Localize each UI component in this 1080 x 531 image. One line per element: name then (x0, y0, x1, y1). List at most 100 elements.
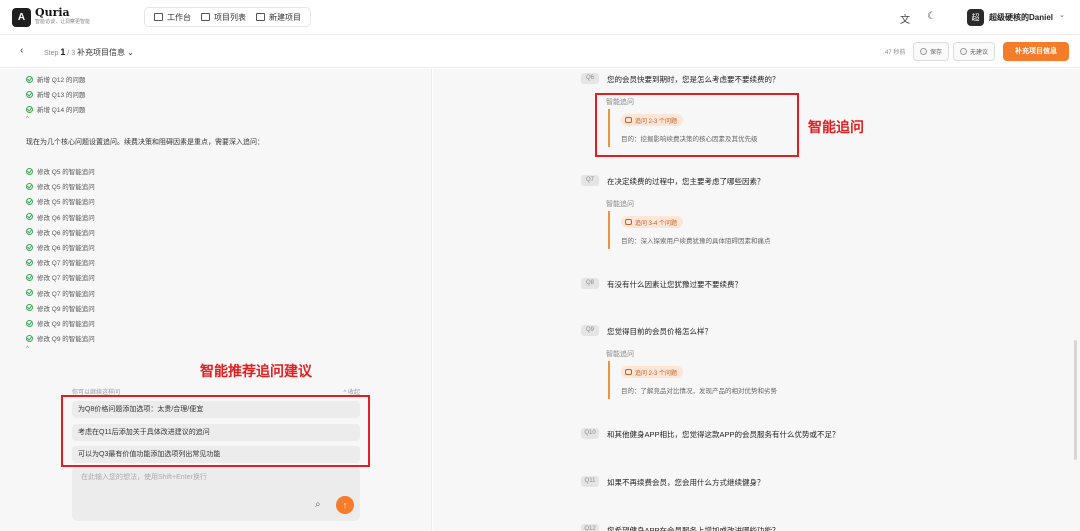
question-text[interactable]: 您的会员快要到期时，您是怎么考虑要不要续费的？ (607, 74, 780, 85)
check-circle-icon (26, 258, 33, 266)
followup-count: 追问 2-3 个问题 (635, 370, 678, 377)
question-text[interactable]: 如果不再续费会员，您会用什么方式继续健身？ (607, 477, 765, 488)
chat-bubble-icon (625, 369, 632, 375)
nav-label: 工作台 (167, 12, 191, 22)
brand: Quria 智能访谈，让洞察更智能 (35, 7, 90, 26)
question-text[interactable]: 有没有什么因素让您犹豫过要不要续费？ (607, 279, 742, 290)
log-item: 修改 Q6 的智能追问 (26, 242, 95, 252)
scrollbar[interactable] (1074, 340, 1077, 460)
annotation-label: 智能推荐追问建议 (200, 363, 312, 379)
check-circle-icon (26, 243, 33, 251)
theme-moon-icon[interactable]: ☾ (927, 11, 936, 22)
check-circle-icon (26, 273, 33, 281)
check-circle-icon (26, 289, 33, 297)
annotation-label: 智能追问 (808, 119, 864, 135)
log-item: 新增 Q12 的问题 (26, 74, 85, 84)
log-item: 新增 Q14 的问题 (26, 104, 85, 114)
log-item: 修改 Q5 的智能追问 (26, 166, 95, 176)
followup-label: 智能追问 (606, 201, 634, 208)
back-icon[interactable]: ‹ (20, 45, 23, 56)
log-item: 修改 Q7 的智能追问 (26, 288, 95, 298)
step-total: / 3 (67, 50, 76, 57)
step-title[interactable]: 补充项目信息 ⌄ (77, 47, 134, 58)
check-circle-icon (26, 213, 33, 221)
circle-icon (960, 48, 967, 55)
brand-tagline: 智能访谈，让洞察更智能 (35, 19, 91, 25)
step-indicator: Step 1 / 3 (44, 47, 75, 57)
check-circle-icon (26, 334, 33, 342)
followup-accent-bar (608, 211, 610, 249)
log-item: 修改 Q5 的智能追问 (26, 181, 95, 191)
nav-project-list[interactable]: 项目列表 (196, 9, 251, 25)
followup-count-badge[interactable]: 追问 2-3 个问题 (621, 114, 684, 126)
collapse-caret-icon[interactable]: ^ (26, 346, 29, 352)
followup-goal: 目的：深入探索用户续费犹豫的具体阻碍因素和痛点 (621, 238, 771, 245)
input-placeholder: 在此输入您的想法，使用Shift+Enter换行 (81, 474, 207, 481)
followup-label: 智能追问 (606, 351, 634, 358)
question-number: Q7 (581, 175, 599, 186)
question-number: Q11 (581, 476, 599, 487)
step-current: 1 (60, 47, 66, 57)
avatar[interactable]: 超 (967, 9, 984, 26)
followup-label: 智能追问 (606, 99, 634, 106)
chevron-down-icon[interactable]: ⌄ (1059, 11, 1065, 19)
send-button[interactable]: ↑ (336, 496, 354, 514)
save-label: 保存 (930, 50, 943, 56)
question-text[interactable]: 您希望健身APP在会员服务上增加或改进哪些功能？ (607, 525, 780, 531)
grid-icon (154, 13, 163, 21)
check-circle-icon (26, 90, 33, 98)
question-text[interactable]: 和其他健身APP相比，您觉得这款APP的会员服务有什么优势或不足？ (607, 429, 840, 440)
log-text: 修改 Q9 的智能追问 (37, 305, 95, 313)
annotation-box (61, 395, 370, 467)
log-text: 新增 Q12 的问题 (37, 77, 86, 84)
chat-bubble-icon (625, 219, 632, 225)
step-bar: ‹ Step 1 / 3 补充项目信息 ⌄ 47 秒前 保存 无建议 补充项目信… (0, 35, 1080, 68)
log-item: 修改 Q7 的智能追问 (26, 257, 95, 267)
log-text: 修改 Q7 的智能追问 (37, 275, 95, 283)
logo-icon[interactable]: A (12, 8, 31, 27)
question-number: Q12 (581, 524, 599, 531)
nav-label: 新建项目 (269, 12, 301, 22)
user-name[interactable]: 超级硬核的Daniel (989, 12, 1053, 23)
supplement-info-button[interactable]: 补充项目信息 (1003, 42, 1069, 61)
no-suggestion-button[interactable]: 无建议 (953, 42, 996, 61)
nav-workbench[interactable]: 工作台 (149, 9, 196, 25)
followup-count: 追问 3-4 个问题 (635, 220, 678, 227)
questionnaire-panel: 智能追问 Q6 您的会员快要到期时，您是怎么考虑要不要续费的？ 智能追问 追问 2-3… (433, 69, 1080, 531)
log-text: 修改 Q7 的智能追问 (37, 260, 95, 268)
log-text: 修改 Q5 的智能追问 (37, 199, 95, 207)
check-circle-icon (26, 182, 33, 190)
check-circle-icon (26, 319, 33, 327)
collapse-caret-icon[interactable]: ^ (26, 116, 29, 122)
log-item: 修改 Q5 的智能追问 (26, 196, 95, 206)
attach-icon[interactable]: ⌕ (315, 499, 321, 510)
folder-icon (201, 13, 210, 21)
brand-name: Quria (35, 6, 70, 19)
log-text: 修改 Q6 的智能追问 (37, 214, 95, 222)
saved-timestamp: 47 秒前 (885, 50, 906, 56)
followup-count-badge[interactable]: 追问 3-4 个问题 (621, 216, 684, 228)
check-circle-icon (26, 228, 33, 236)
question-text[interactable]: 在决定续费的过程中，您主要考虑了哪些因素？ (607, 176, 765, 187)
followup-accent-bar (608, 109, 610, 147)
log-text: 修改 Q5 的智能追问 (37, 184, 95, 192)
step-prefix: Step (44, 50, 59, 57)
log-item: 修改 Q6 的智能追问 (26, 212, 95, 222)
assistant-message: 现在为几个核心问题设置追问。续费决策和阻碍因素是重点，需要深入追问： (26, 139, 264, 146)
log-text: 修改 Q9 的智能追问 (37, 321, 95, 328)
chat-panel: 新增 Q12 的问题 新增 Q13 的问题 新增 Q14 的问题 ^ 现在为几个核心… (0, 69, 432, 531)
followup-count-badge[interactable]: 追问 2-3 个问题 (621, 366, 684, 378)
translate-icon[interactable]: 文 (900, 11, 910, 26)
save-button[interactable]: 保存 (913, 42, 950, 61)
check-circle-icon (26, 105, 33, 113)
question-text[interactable]: 您觉得目前的会员价格怎么样？ (607, 326, 712, 337)
log-text: 修改 Q6 的智能追问 (37, 229, 95, 237)
log-text: 修改 Q9 的智能追问 (37, 336, 95, 344)
log-item: 修改 Q9 的智能追问 (26, 333, 95, 343)
chat-plus-icon (256, 13, 265, 21)
nav-new-project[interactable]: 新建项目 (251, 9, 306, 25)
message-input[interactable]: 在此输入您的想法，使用Shift+Enter换行 ⌕ ↑ (72, 466, 360, 521)
check-circle-icon (26, 304, 33, 312)
top-bar: A Quria 智能访谈，让洞察更智能 工作台 项目列表 新建项目 文 ☾ 超 … (0, 0, 1080, 35)
chat-bubble-icon (625, 117, 632, 123)
